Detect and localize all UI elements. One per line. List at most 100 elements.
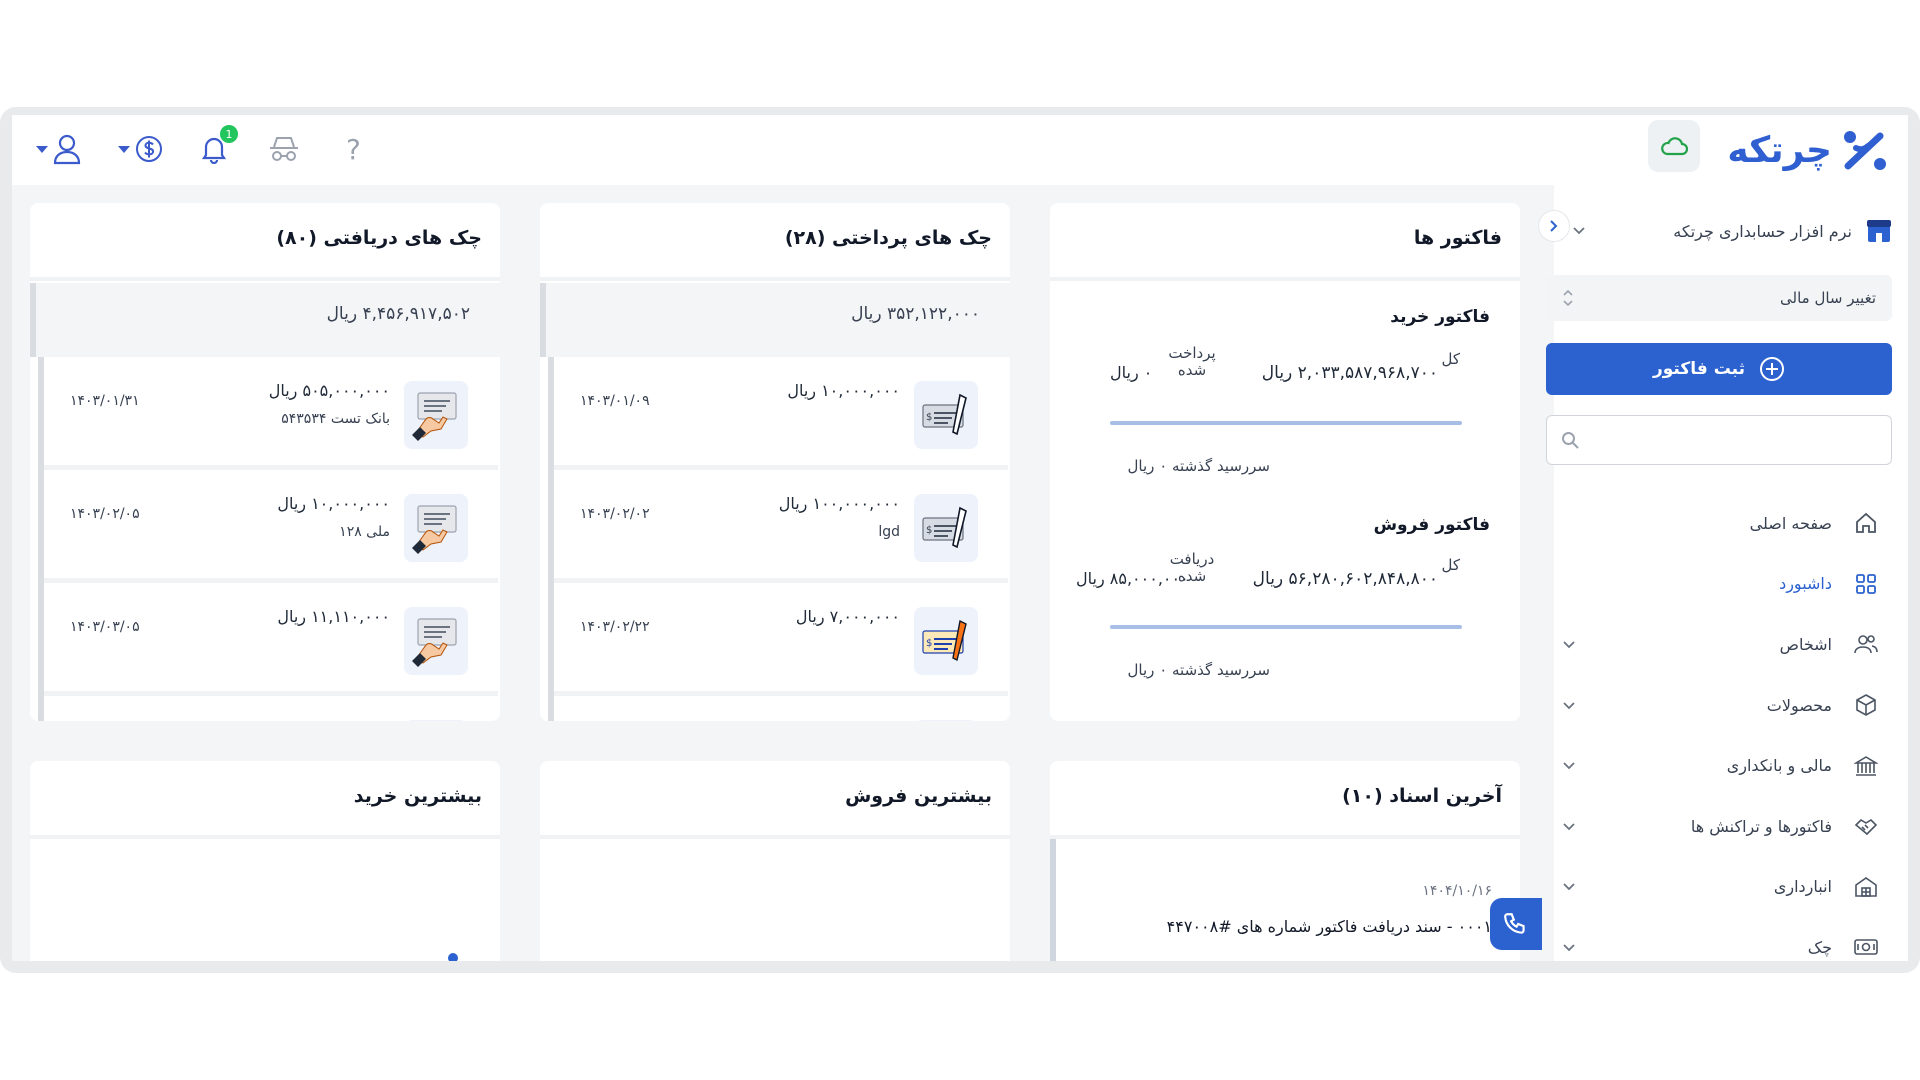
search-input[interactable]: [1579, 431, 1867, 449]
payable-checks-total: ۳۵۲,۱۲۲,۰۰۰ ریال: [851, 304, 980, 324]
check-thumbnail: [404, 720, 468, 721]
check-row[interactable]: $۱۰,۰۰۰,۰۰۰ ریال ۱۴۰۳/۰۱/۰۹: [554, 357, 1008, 470]
fiscal-year-label: تغییر سال مالی: [1780, 289, 1876, 307]
hand-check-icon: [404, 381, 468, 449]
sidebar-item-check[interactable]: چک: [1546, 917, 1892, 961]
user-menu-button[interactable]: [36, 129, 82, 169]
sidebar-item-warehouse[interactable]: انبارداری: [1546, 857, 1892, 918]
purchase-paid: ۰ ریال: [1110, 363, 1153, 382]
notifications-button[interactable]: 1: [196, 125, 238, 169]
check-row[interactable]: $۷,۰۰۰,۰۰۰ ریال ۱۴۰۳/۰۲/۲۲: [554, 583, 1008, 696]
sidebar-item-people[interactable]: اشخاص: [1546, 614, 1892, 675]
sidebar-collapse-button[interactable]: [1538, 210, 1570, 242]
company-selector[interactable]: نرم افزار حسابداری چرتکه: [1572, 211, 1892, 251]
check-amount: ۷,۰۰۰,۰۰۰ ریال: [795, 607, 900, 626]
logo-text: چرتکه: [1727, 129, 1832, 171]
new-invoice-label: ثبت فاکتور: [1652, 359, 1746, 379]
check-pen-icon: $: [914, 494, 978, 562]
plus-circle-icon: [1760, 357, 1785, 381]
check-row[interactable]: [44, 696, 498, 721]
svg-text:$: $: [926, 412, 932, 423]
check-date: ۱۴۰۳/۰۱/۳۱: [70, 393, 140, 409]
chevron-down-icon: [1562, 756, 1576, 775]
check-amount: ۱۰,۰۰۰,۰۰۰ ریال: [787, 381, 900, 400]
currency-menu-button[interactable]: [118, 129, 164, 169]
notification-badge: 1: [220, 125, 238, 143]
sidebar-item-box[interactable]: محصولات: [1546, 675, 1892, 736]
dollar-coin-icon: [136, 136, 162, 162]
check-date: ۱۴۰۳/۰۳/۰۵: [70, 619, 140, 635]
top-sales-card: بیشترین فروش: [540, 761, 1010, 961]
latest-docs-title: آخرین اسناد (۱۰): [1342, 785, 1502, 807]
card-divider: [540, 835, 1010, 839]
new-invoice-button[interactable]: ثبت فاکتور: [1546, 343, 1892, 395]
sales-total: ۵۶,۲۸۰,۶۰۲,۸۴۸,۸۰۰ ریال: [1252, 569, 1438, 589]
check-icon: [1852, 937, 1880, 957]
chevron-right-icon: [1550, 220, 1558, 232]
home-icon: [1852, 511, 1880, 535]
cloud-sync-button[interactable]: [1648, 120, 1700, 172]
payable-checks-summary: ۳۵۲,۱۲۲,۰۰۰ ریال: [540, 283, 1010, 357]
card-divider: [540, 277, 1010, 281]
doc-item-link[interactable]: ۰۰۰۱ - سند دریافت فاکتور شماره های #۴۴۷۰…: [1167, 917, 1492, 936]
check-row[interactable]: ۱۱,۱۱۰,۰۰۰ ریال ۱۴۰۳/۰۳/۰۵: [44, 583, 498, 696]
check-row[interactable]: $۱۰۰,۰۰۰,۰۰۰ ریال lgd ۱۴۰۳/۰۲/۰۲: [554, 470, 1008, 583]
check-row[interactable]: [554, 696, 1008, 721]
check-pen-yellow-icon: $: [914, 607, 978, 675]
store-icon: [1867, 220, 1891, 242]
sidebar-item-label: صفحه اصلی: [1749, 513, 1832, 533]
sales-received: ۸۵,۰۰۰,۰۰۰ ریال: [1076, 569, 1189, 588]
check-date: ۱۴۰۳/۰۲/۲۲: [580, 619, 650, 635]
check-amount: ۵۰۵,۰۰۰,۰۰۰ ریال: [268, 381, 390, 400]
chevron-down-icon: [1573, 227, 1585, 235]
check-bank: lgd: [878, 524, 900, 540]
chevron-down-icon: [1562, 635, 1576, 654]
svg-text:$: $: [926, 638, 932, 649]
invoices-card: فاکتور ها فاکتور خرید کل ۲,۰۳۳,۵۸۷,۹۶۸,۷…: [1050, 203, 1520, 721]
dashboard-icon: [1852, 572, 1880, 596]
sidebar-item-label: مالی و بانکداری: [1726, 756, 1832, 776]
warehouse-icon: [1852, 875, 1880, 899]
sidebar-item-dashboard[interactable]: داشبورد: [1546, 554, 1892, 615]
chevron-down-icon: [1562, 877, 1576, 896]
card-divider: [30, 277, 500, 281]
chevron-down-icon: [118, 145, 130, 153]
sidebar-item-label: چک: [1807, 937, 1832, 957]
sidebar-item-label: اشخاص: [1779, 634, 1832, 654]
chart-legend-dot: [448, 953, 458, 961]
help-button[interactable]: ?: [346, 129, 361, 169]
sidebar-item-label: فاکتورها و تراکنش ها: [1690, 816, 1832, 836]
top-sales-title: بیشترین فروش: [845, 785, 992, 807]
search-icon: [1562, 432, 1579, 449]
sidebar-nav: صفحه اصلی داشبورد اشخاص محصولات مالی و بانکد…: [1546, 493, 1892, 961]
check-date: ۱۴۰۳/۰۲/۰۲: [580, 506, 650, 522]
app-logo[interactable]: چرتکه: [1727, 123, 1888, 177]
fiscal-year-selector[interactable]: تغییر سال مالی: [1546, 275, 1892, 321]
payable-checks-list: $۱۰,۰۰۰,۰۰۰ ریال ۱۴۰۳/۰۱/۰۹ $۱۰۰,۰۰۰,۰۰۰ ر…: [548, 357, 1008, 721]
latest-docs-card: آخرین اسناد (۱۰) ۱۴۰۴/۱۰/۱۶ ۰۰۰۱ - سند د…: [1050, 761, 1520, 961]
people-icon: [1852, 633, 1880, 655]
sales-invoice-title: فاکتور فروش: [1373, 515, 1490, 535]
check-date: ۱۴۰۳/۰۱/۰۹: [580, 393, 650, 409]
top-purchases-card: بیشترین خرید: [30, 761, 500, 961]
check-row[interactable]: ۵۰۵,۰۰۰,۰۰۰ ریال بانک تست ۵۴۳۵۳۴ ۱۴۰۳/۰۱/۳…: [44, 357, 498, 470]
help-icon: ?: [346, 132, 361, 166]
sidebar: نرم افزار حسابداری چرتکه تغییر سال مالی …: [1546, 185, 1908, 961]
card-divider: [30, 835, 500, 839]
box-icon: [1852, 693, 1880, 717]
sidebar-item-handshake[interactable]: فاکتورها و تراکنش ها: [1546, 796, 1892, 857]
support-call-button[interactable]: [1490, 898, 1542, 950]
sidebar-item-bank[interactable]: مالی و بانکداری: [1546, 735, 1892, 796]
purchase-total: ۲,۰۳۳,۵۸۷,۹۶۸,۷۰۰ ریال: [1261, 363, 1438, 383]
user-icon: [53, 134, 81, 165]
sidebar-item-home[interactable]: صفحه اصلی: [1546, 493, 1892, 554]
purchase-invoice-title: فاکتور خرید: [1390, 307, 1490, 327]
sales-total-label: کل: [1441, 556, 1460, 574]
app-window: 1 ? چرتکه نرم افزار حسابداری چرتکه تغییر…: [12, 115, 1908, 961]
receivable-checks-card: چک های دریافتی (۸۰) ۴,۴۵۶,۹۱۷,۵۰۲ ریال ۵…: [30, 203, 500, 721]
incognito-button[interactable]: [268, 129, 300, 169]
sort-updown-icon: [1563, 289, 1573, 307]
check-pen-icon: $: [914, 381, 978, 449]
doc-date: ۱۴۰۴/۱۰/۱۶: [1422, 883, 1492, 899]
check-row[interactable]: ۱۰,۰۰۰,۰۰۰ ریال ملی ۱۲۸ ۱۴۰۳/۰۲/۰۵: [44, 470, 498, 583]
